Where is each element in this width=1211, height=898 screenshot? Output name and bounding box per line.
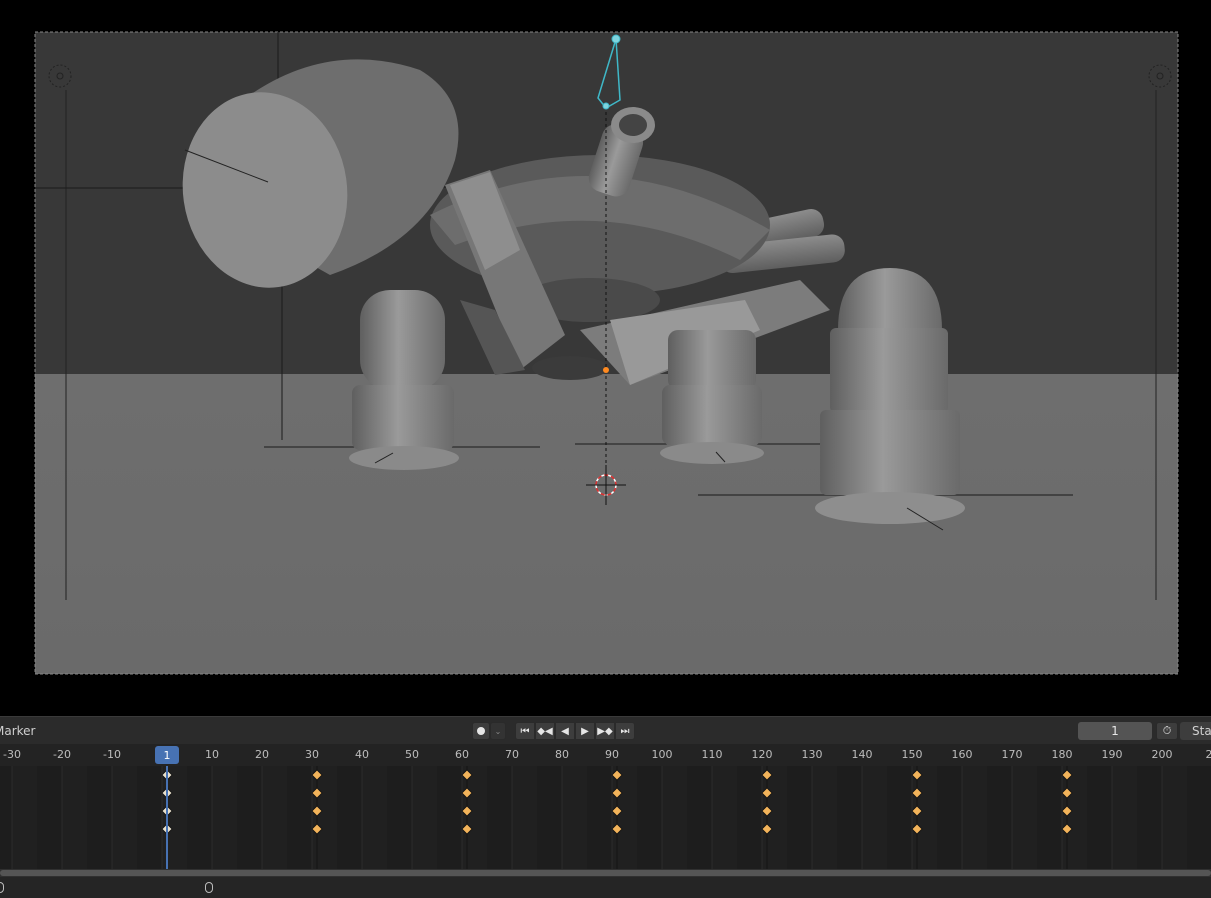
- playhead-frame-badge[interactable]: 1: [155, 746, 179, 764]
- record-dot-icon: [477, 727, 485, 735]
- frame-column-shade: [762, 766, 787, 869]
- chevron-down-icon: ⌄: [494, 726, 502, 736]
- ruler-tick-label: 120: [751, 748, 773, 761]
- playback-controls: ⏮ ◆◀ ◀ ▶ ▶◆ ⏭: [515, 722, 635, 740]
- frame-column-shade: [962, 766, 987, 869]
- frame-column-shade: [1012, 766, 1037, 869]
- marker-menu[interactable]: Marker: [0, 724, 35, 738]
- play-reverse-icon[interactable]: ◀: [555, 722, 575, 740]
- ruler-tick-label: 140: [851, 748, 873, 761]
- ruler-tick-label: 180: [1051, 748, 1073, 761]
- frame-column-shade: [562, 766, 587, 869]
- ruler-tick-label: 170: [1001, 748, 1023, 761]
- frame-column-shade: [1162, 766, 1187, 869]
- scrollbar-thumb[interactable]: [0, 870, 1211, 876]
- ruler-tick-label: 130: [801, 748, 823, 761]
- ruler-tick-label: -20: [53, 748, 71, 761]
- frame-column-shade: [612, 766, 637, 869]
- frame-column-shade: [212, 766, 237, 869]
- frame-column-shade: [912, 766, 937, 869]
- ruler-tick-label: 150: [901, 748, 923, 761]
- ruler-tick-label: 100: [651, 748, 673, 761]
- stopwatch-icon[interactable]: ⏱: [1156, 722, 1178, 740]
- ruler-tick-label: 200: [1151, 748, 1173, 761]
- ruler-tick-label: -10: [103, 748, 121, 761]
- ruler-tick-label: 80: [555, 748, 569, 761]
- play-icon[interactable]: ▶: [575, 722, 595, 740]
- ruler-tick-label: 160: [951, 748, 973, 761]
- frame-column-shade: [862, 766, 887, 869]
- jump-start-icon[interactable]: ⏮: [515, 722, 535, 740]
- frame-column-shade: [412, 766, 437, 869]
- horizontal-scrollbar[interactable]: [0, 869, 1211, 877]
- frame-column-shade: [712, 766, 737, 869]
- prev-keyframe-icon[interactable]: ◆◀: [535, 722, 555, 740]
- ruler-tick-label: 30: [305, 748, 319, 761]
- ruler-tick-label: 70: [505, 748, 519, 761]
- current-frame-field[interactable]: 1: [1078, 722, 1152, 740]
- 3d-viewport[interactable]: [0, 0, 1211, 714]
- frame-column-shade: [62, 766, 87, 869]
- frame-column-shade: [812, 766, 837, 869]
- frame-column-shade: [462, 766, 487, 869]
- timeline-header: Marker ⌄ ⏮ ◆◀ ◀ ▶ ▶◆ ⏭ 1 ⏱ Start: [0, 716, 1211, 745]
- ruler-tick-label: 50: [405, 748, 419, 761]
- ruler-tick-label: 20: [255, 748, 269, 761]
- ruler-tick-label: 10: [205, 748, 219, 761]
- ruler-tick-label: 110: [701, 748, 723, 761]
- robot-leg-middle: [660, 330, 764, 464]
- frame-column-shade: [262, 766, 287, 869]
- mouse-left-icon: [0, 882, 4, 893]
- ruler-tick-label: -30: [3, 748, 21, 761]
- jump-end-icon[interactable]: ⏭: [615, 722, 635, 740]
- ruler-tick-label: 2: [1205, 748, 1211, 761]
- mouse-middle-icon: [205, 882, 213, 893]
- ruler-tick-label: 190: [1101, 748, 1123, 761]
- status-bar: [0, 877, 1211, 898]
- start-frame-field[interactable]: Start: [1180, 722, 1211, 740]
- ruler-tick-label: 60: [455, 748, 469, 761]
- next-keyframe-icon[interactable]: ▶◆: [595, 722, 615, 740]
- frame-ruler[interactable]: -30 -20 -10 1 10 20 30 40 50 60 70 80 90 100 110 120 130…: [0, 744, 1211, 766]
- auto-keying-button[interactable]: [472, 722, 490, 740]
- dopesheet-canvas: [11, 766, 1187, 869]
- frame-column-shade: [112, 766, 137, 869]
- keyframe-tracks[interactable]: [0, 766, 1211, 869]
- viewport-canvas: [34, 31, 1179, 675]
- frame-column-shade: [12, 766, 37, 869]
- frame-column-shade: [1062, 766, 1087, 869]
- frame-column-shade: [1112, 766, 1137, 869]
- frame-column-shade: [662, 766, 687, 869]
- auto-keying-dropdown[interactable]: ⌄: [490, 722, 506, 740]
- frame-column-shade: [362, 766, 387, 869]
- frame-column-shade: [162, 766, 187, 869]
- ruler-tick-label: 40: [355, 748, 369, 761]
- frame-column-shade: [312, 766, 337, 869]
- object-origin: [603, 367, 609, 373]
- frame-column-shade: [512, 766, 537, 869]
- ruler-tick-label: 90: [605, 748, 619, 761]
